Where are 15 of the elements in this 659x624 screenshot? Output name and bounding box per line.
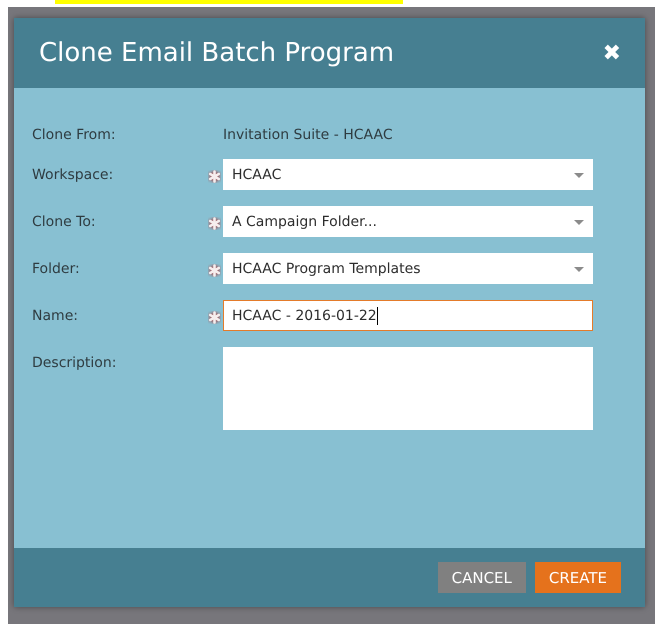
field-label: Description: (32, 355, 116, 371)
dialog-title: Clone Email Batch Program (39, 38, 396, 68)
dropdown[interactable]: A Campaign Folder... (223, 206, 593, 237)
close-button[interactable]: ✖ (602, 40, 621, 66)
field-label: Workspace: (32, 166, 114, 182)
dropdown[interactable]: HCAAC (223, 159, 593, 190)
cancel-button[interactable]: CANCEL (438, 562, 526, 593)
text-area[interactable] (223, 347, 593, 430)
field-value: Invitation Suite - HCAAC (223, 127, 394, 143)
text-field[interactable]: HCAAC - 2016-01-22 (223, 300, 593, 331)
field-label: Folder: (32, 260, 80, 276)
dropdown[interactable]: HCAAC Program Templates (223, 253, 593, 284)
field-label: Clone To: (32, 214, 96, 230)
field-label: Name: (32, 308, 78, 324)
field-label: Clone From: (32, 127, 116, 143)
